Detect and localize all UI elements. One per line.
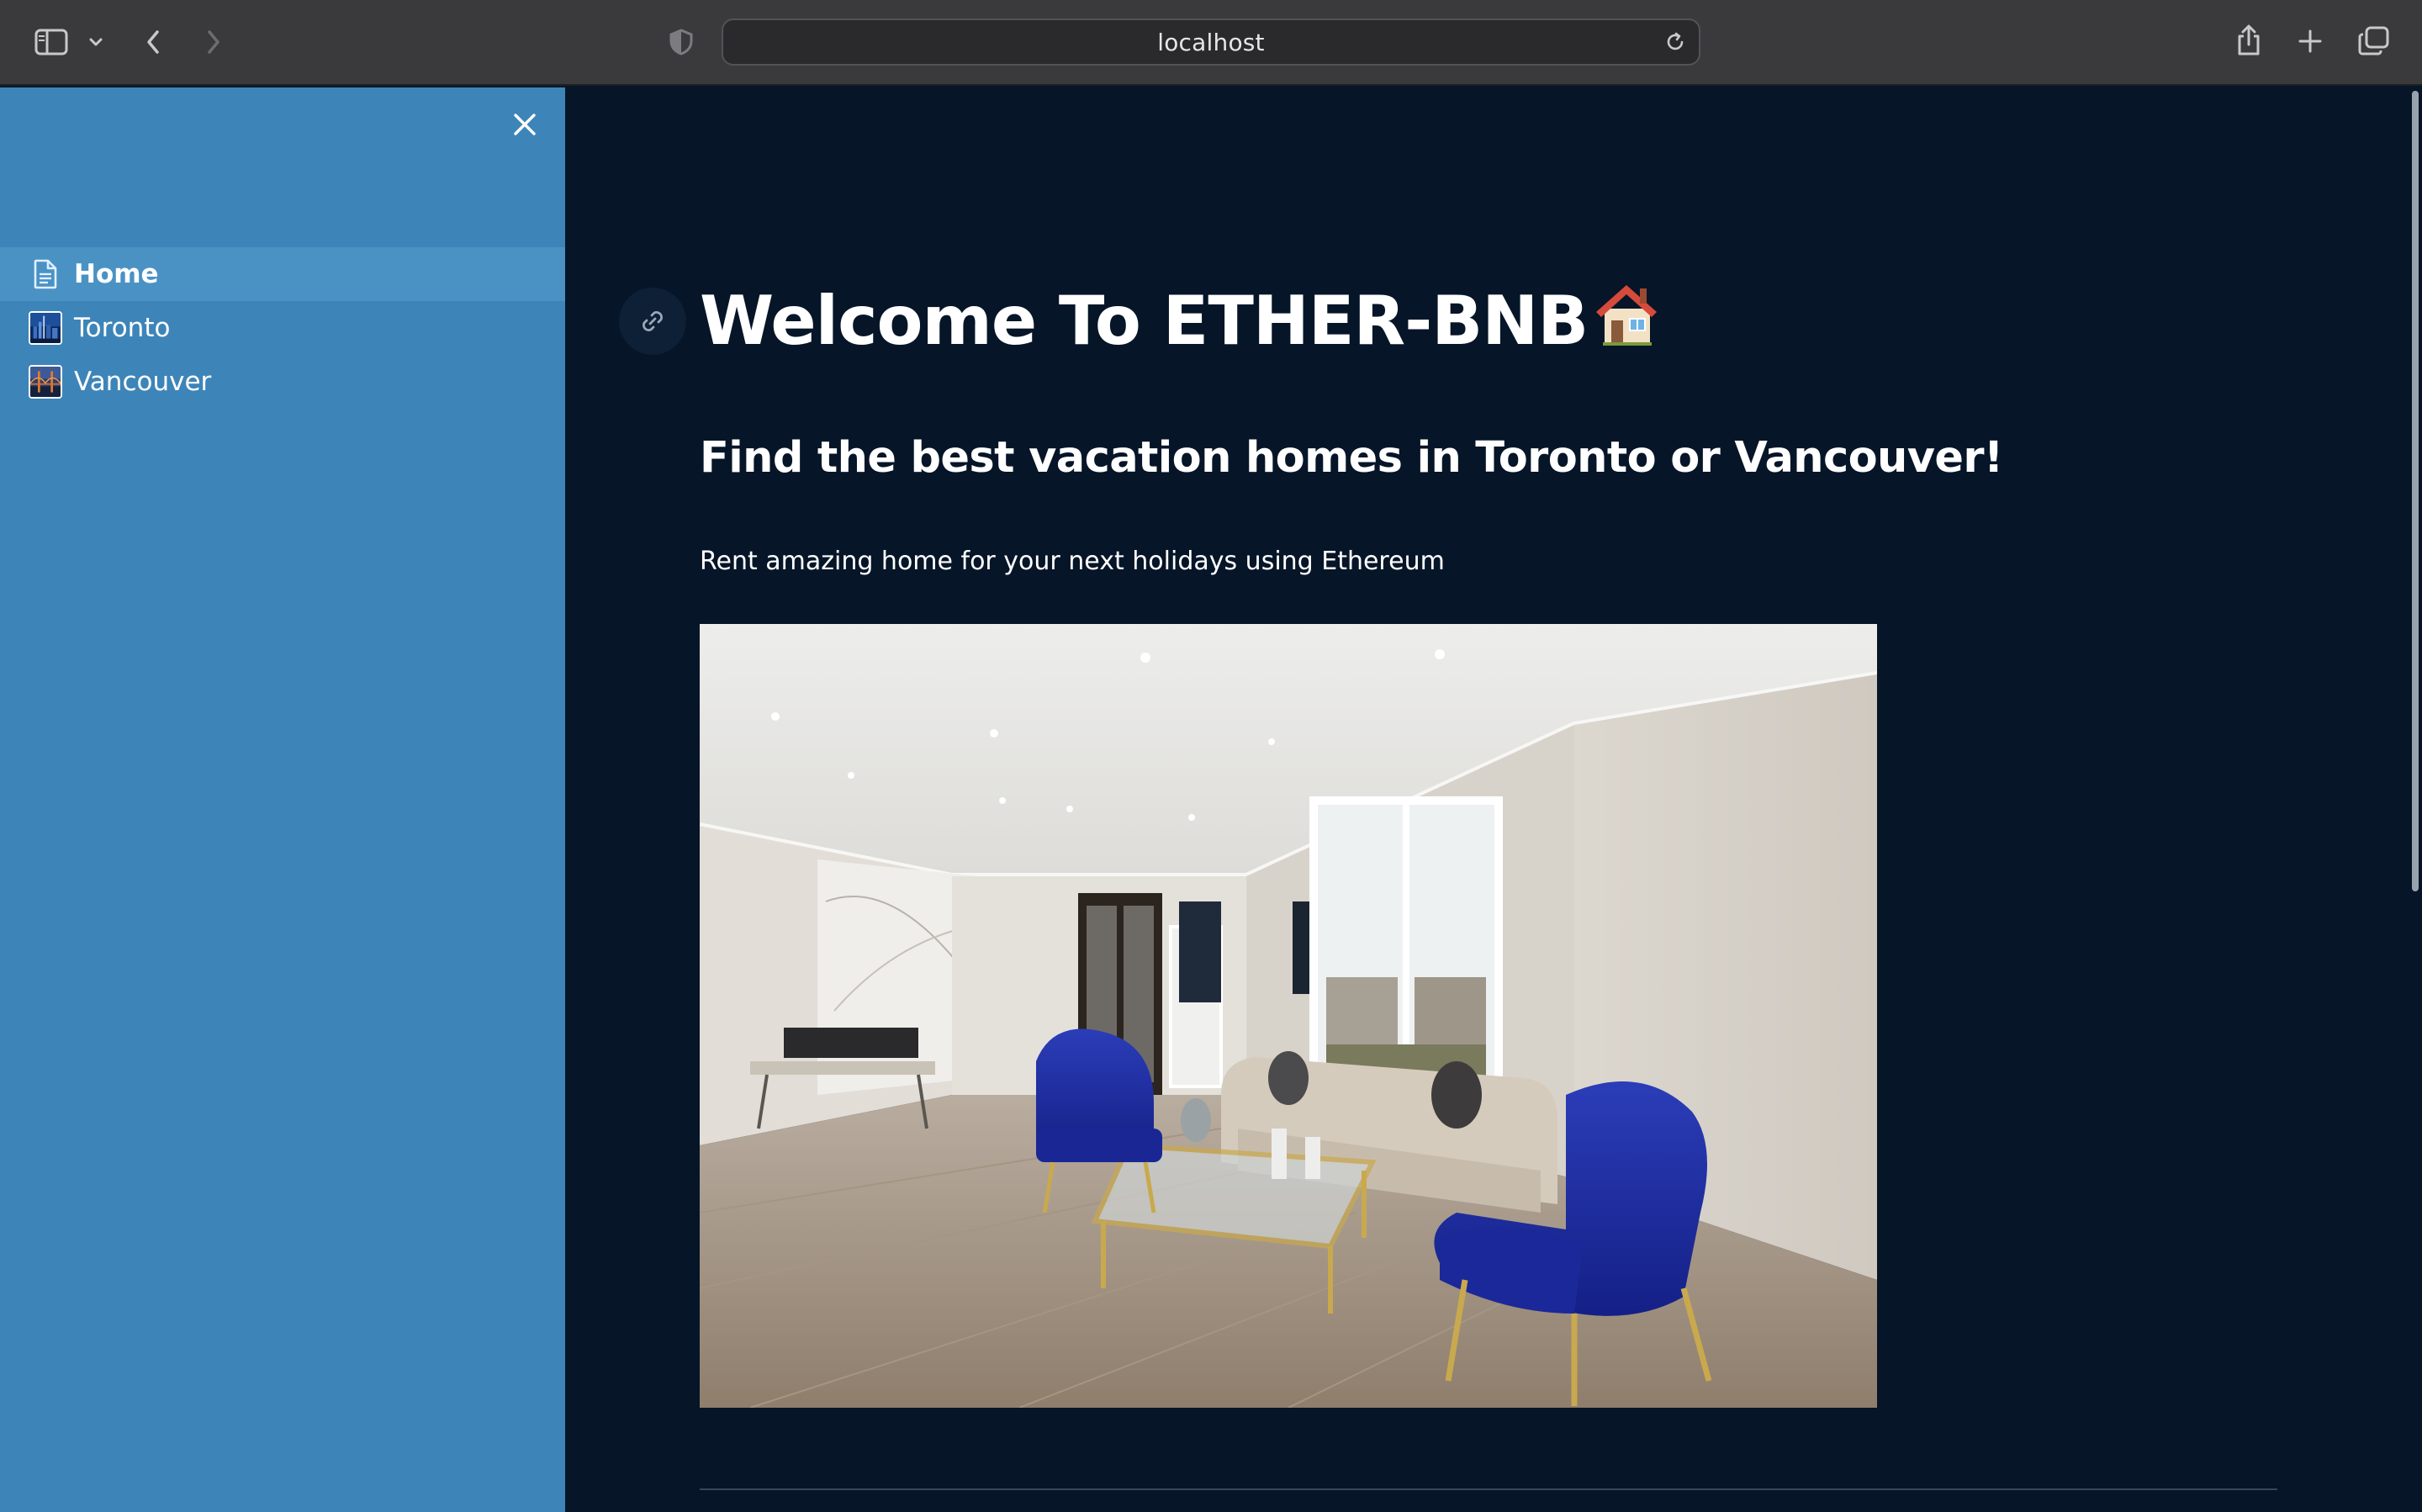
toronto-thumbnail <box>29 311 62 345</box>
reload-icon[interactable] <box>1660 27 1690 57</box>
link-icon[interactable] <box>619 288 686 355</box>
back-arrow-icon[interactable] <box>138 24 168 61</box>
document-icon <box>29 257 62 291</box>
page-title-text: Welcome To ETHER-BNB <box>700 282 1589 360</box>
sidebar-item-home[interactable]: Home <box>0 247 565 301</box>
address-bar[interactable]: localhost <box>722 19 1700 66</box>
page-title: Welcome To ETHER-BNB <box>700 278 1662 365</box>
sidebar-item-label: Vancouver <box>74 367 212 397</box>
tab-overview-icon[interactable] <box>2356 24 2392 59</box>
house-emoji-icon <box>1596 285 1658 346</box>
sidebar-item-vancouver[interactable]: Vancouver <box>0 355 565 409</box>
living-room-photo <box>700 624 1877 1408</box>
chevron-down-icon[interactable] <box>84 30 108 54</box>
sidebar-item-label: Home <box>74 259 159 289</box>
intro-text: Rent amazing home for your next holidays… <box>700 547 1445 576</box>
close-icon[interactable] <box>508 108 542 141</box>
privacy-shield-icon[interactable] <box>664 25 698 59</box>
sidebar-item-label: Toronto <box>74 313 171 343</box>
page-subtitle: Find the best vacation homes in Toronto … <box>700 433 2003 483</box>
vancouver-thumbnail <box>29 365 62 399</box>
browser-toolbar: localhost <box>0 0 2422 86</box>
sidebar-toggle-icon[interactable] <box>32 25 71 59</box>
sidebar-item-toronto[interactable]: Toronto <box>0 301 565 355</box>
scrollbar-thumb[interactable] <box>2412 91 2419 891</box>
new-tab-plus-icon[interactable] <box>2294 25 2326 57</box>
share-icon[interactable] <box>2232 20 2266 61</box>
section-divider <box>700 1488 2277 1490</box>
url-text: localhost <box>1157 28 1265 56</box>
forward-arrow-icon[interactable] <box>198 24 229 61</box>
